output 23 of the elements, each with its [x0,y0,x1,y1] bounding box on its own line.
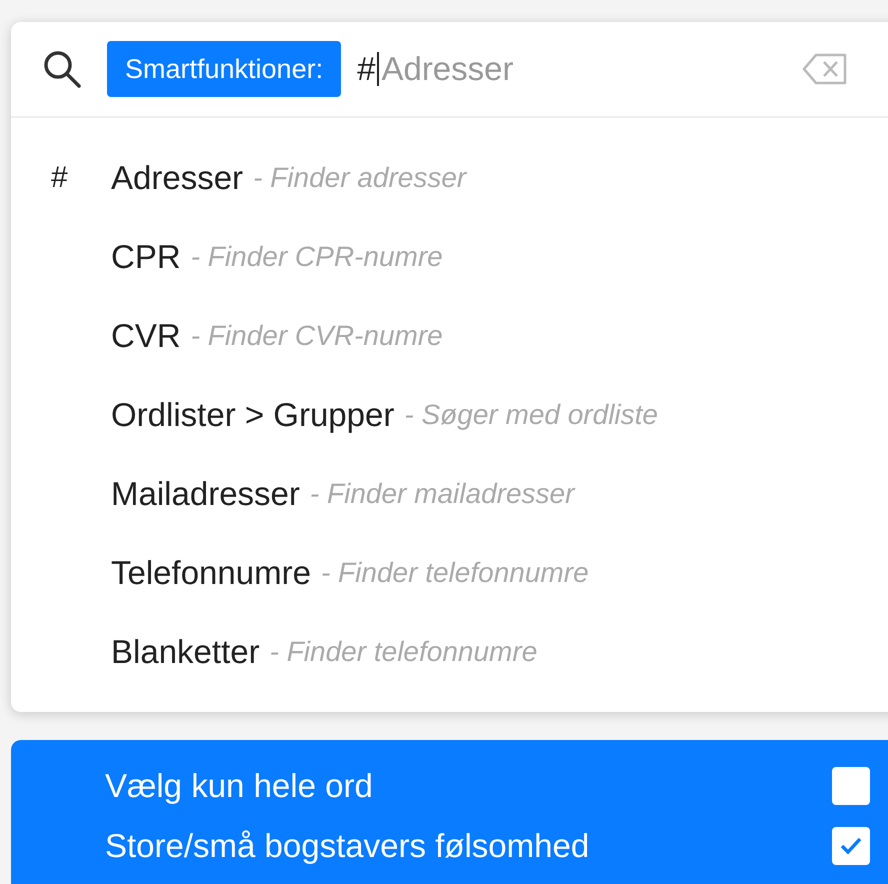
suggestion-description: - Finder CVR-numre [190,318,443,352]
checkbox[interactable] [832,827,870,865]
suggestion-description: - Finder telefonnumre [270,634,538,668]
filter-chip[interactable]: Smartfunktioner: [107,40,342,98]
selection-marker: # [51,160,69,196]
option-label: Vælg kun hele ord [105,766,373,806]
text-cursor [377,52,380,86]
suggestion-item[interactable]: CVR [111,310,181,360]
suggestion-item[interactable]: Mailadresser [111,468,300,518]
suggestion-description: - Finder CPR-numre [190,240,443,274]
suggestion-description: - Søger med ordliste [404,398,658,432]
suggestion-item[interactable]: Blanketter [111,626,260,676]
suggestion-item[interactable]: CPR [111,232,181,282]
typed-text[interactable]: # [357,44,376,94]
option-label: Store/små bogstavers følsomhed [105,826,590,866]
suggestion-item[interactable]: Adresser [111,152,244,202]
suggestion-description: - Finder adresser [253,160,466,194]
suggestion-item[interactable]: Ordlister > Grupper [111,390,394,440]
completion-hint: Adresser [381,49,514,90]
checkbox[interactable] [832,767,870,805]
suggestion-item[interactable]: Telefonnumre [111,548,311,598]
suggestion-description: - Finder telefonnumre [320,556,589,590]
suggestion-description: - Finder mailadresser [310,476,574,510]
